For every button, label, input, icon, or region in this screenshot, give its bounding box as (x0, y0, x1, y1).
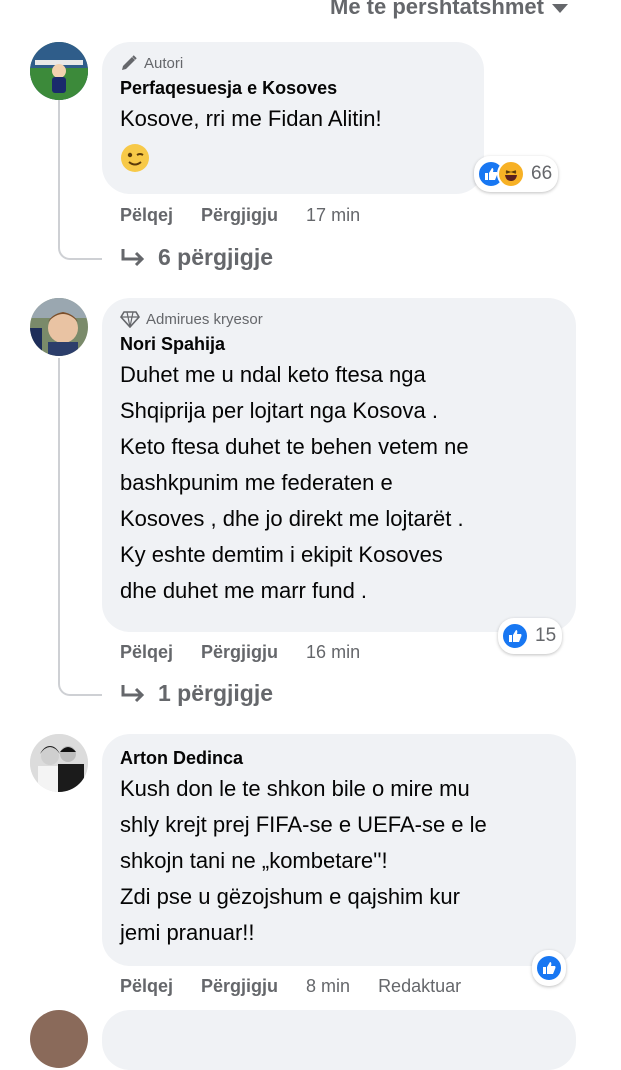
comment-line: bashkpunim me federaten e (120, 470, 393, 495)
comment-text: Kosove, rri me Fidan Alitin! (120, 101, 382, 137)
comment-line: shkojn tani ne „kombetare''! (120, 848, 388, 873)
reaction-summary[interactable]: 66 (474, 156, 559, 192)
replies-count-label: 1 përgjigje (158, 680, 274, 706)
badge-label: Autori (144, 54, 184, 72)
comment-text: Kush don le te shkon bile o mire mu shly… (120, 771, 487, 951)
reaction-summary[interactable]: 15 (498, 618, 563, 654)
like-button[interactable]: Pëlqej (120, 205, 173, 226)
avatar[interactable] (30, 734, 88, 792)
timestamp[interactable]: 8 min (306, 976, 350, 997)
reply-button[interactable]: Përgjigju (201, 205, 278, 226)
avatar-image (30, 298, 88, 356)
comment-actions: Pëlqej Përgjigju 17 min (120, 205, 388, 226)
like-button[interactable]: Pëlqej (120, 642, 173, 663)
thread-connector (58, 100, 102, 260)
reply-button[interactable]: Përgjigju (201, 976, 278, 997)
view-replies-link[interactable]: 6 përgjigje (120, 244, 273, 271)
comment-line: Duhet me u ndal keto ftesa nga (120, 362, 426, 387)
reaction-count: 66 (531, 163, 553, 184)
reply-arrow-icon (121, 248, 145, 266)
comment-line: jemi pranuar!! (120, 920, 255, 945)
author-name[interactable]: Nori Spahija (120, 334, 469, 355)
winking-face-emoji (121, 144, 149, 172)
comment-line: Zdi pse u gëzojshum e qajshim kur (120, 884, 460, 909)
avatar-image (30, 42, 88, 100)
like-reaction-icon (501, 622, 529, 650)
avatar[interactable] (30, 1010, 88, 1068)
avatar-image (30, 734, 88, 792)
comment-line: dhe duhet me marr fund . (120, 578, 368, 603)
comment-line: Ky eshte demtim i ekipit Kosoves (120, 542, 443, 567)
top-fan-badge: Admirues kryesor (120, 310, 469, 328)
view-replies-link[interactable]: 1 përgjigje (120, 680, 273, 707)
like-reaction-icon (535, 954, 563, 982)
caret-down-icon (551, 3, 568, 13)
reply-button[interactable]: Përgjigju (201, 642, 278, 663)
reply-arrow-icon (121, 684, 145, 702)
haha-reaction-icon (497, 160, 525, 188)
comment-line: Keto ftesa duhet te behen vetem ne (120, 434, 469, 459)
reaction-summary[interactable] (532, 950, 566, 986)
comment-actions: Pëlqej Përgjigju 16 min (120, 642, 388, 663)
comment-actions: Pëlqej Përgjigju 8 min Redaktuar (120, 976, 489, 997)
comment-line: Shqiprija per lojtart nga Kosova . (120, 398, 438, 423)
pencil-icon (122, 55, 137, 70)
author-badge: Autori (120, 54, 382, 72)
comment-line: shly krejt prej FIFA-se e UEFA-se e le (120, 812, 487, 837)
comment-line: Kush don le te shkon bile o mire mu (120, 776, 470, 801)
thread-connector (58, 358, 102, 696)
reaction-count: 15 (535, 625, 557, 646)
timestamp[interactable]: 16 min (306, 642, 360, 663)
avatar[interactable] (30, 42, 88, 100)
avatar[interactable] (30, 298, 88, 356)
comment-bubble (102, 1010, 576, 1070)
comment-line: Kosove, rri me Fidan Alitin! (120, 106, 382, 131)
comment-bubble: Autori Perfaqesuesja e Kosoves Kosove, r… (102, 42, 484, 194)
author-name[interactable]: Arton Dedinca (120, 748, 487, 769)
sort-label: Me te pershtatshmet (330, 0, 544, 19)
replies-count-label: 6 përgjigje (158, 244, 274, 270)
author-name[interactable]: Perfaqesuesja e Kosoves (120, 78, 382, 99)
edited-label[interactable]: Redaktuar (378, 976, 461, 997)
comment-bubble: Admirues kryesor Nori Spahija Duhet me u… (102, 298, 576, 632)
timestamp[interactable]: 17 min (306, 205, 360, 226)
comment-bubble: Arton Dedinca Kush don le te shkon bile … (102, 734, 576, 966)
comment-text: Duhet me u ndal keto ftesa nga Shqiprija… (120, 357, 469, 609)
diamond-icon (120, 311, 140, 328)
like-button[interactable]: Pëlqej (120, 976, 173, 997)
sort-dropdown[interactable]: Me te pershtatshmet (330, 0, 568, 20)
comment-line: Kosoves , dhe jo direkt me lojtarët . (120, 506, 464, 531)
badge-label: Admirues kryesor (146, 310, 263, 328)
